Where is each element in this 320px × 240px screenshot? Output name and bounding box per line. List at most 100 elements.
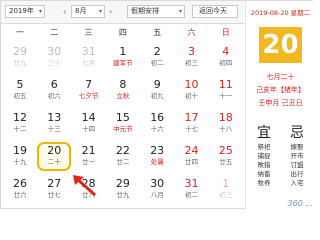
lunar-day-label: 初三: [219, 191, 233, 199]
lunar-day-label: 初二: [150, 59, 164, 67]
holiday-select-value: 假期安排: [131, 7, 159, 15]
holiday-select[interactable]: 假期安排 ▾: [127, 5, 185, 18]
yi-item: 祭祀: [257, 143, 271, 151]
date-number: 18: [218, 111, 233, 124]
lunar-day-label: 廿八: [82, 191, 96, 199]
date-cell[interactable]: 31 初二: [175, 175, 209, 204]
date-cell[interactable]: 2 初二: [140, 43, 174, 72]
date-cell[interactable]: 9 初九: [140, 76, 174, 105]
date-cell[interactable]: 21 廿一: [72, 142, 106, 171]
date-cell[interactable]: 17 十七: [175, 109, 209, 138]
lunar-day-label: 初二: [185, 191, 198, 199]
prev-month-icon[interactable]: ‹: [63, 5, 66, 18]
back-to-today-label: 返回今天: [199, 7, 227, 15]
back-to-today-button[interactable]: 返回今天: [192, 5, 238, 18]
day-detail-panel: 2019-08-20 星期二 20 七月二十 己亥年【猪年】 壬申月 己丑日 宜…: [245, 1, 315, 210]
date-cell[interactable]: 18 十八: [209, 109, 243, 138]
weekday-label: 四: [118, 28, 127, 37]
date-cell[interactable]: 29 廿九: [3, 43, 37, 72]
date-number: 29: [13, 45, 27, 58]
date-cell[interactable]: 4 初四: [209, 43, 243, 72]
date-number: 1: [222, 177, 230, 190]
date-cell[interactable]: 30 八月: [140, 175, 174, 204]
big-day-number: 20: [259, 27, 302, 63]
date-number: 25: [218, 144, 233, 157]
date-cell[interactable]: 30 三十: [37, 43, 71, 72]
lunar-day-label: 三十: [47, 59, 61, 67]
date-cell[interactable]: 22 廿二: [106, 142, 140, 171]
date-cell[interactable]: 26 廿六: [3, 175, 37, 204]
ji-list: 嫁娶 开市 订盟 出行 入宅: [280, 143, 314, 188]
date-number: 22: [115, 144, 130, 157]
date-number: 21: [81, 144, 96, 157]
date-cell[interactable]: 15 中元节: [106, 109, 140, 138]
weekday-label: 五: [153, 28, 162, 37]
date-cell[interactable]: 14 十四: [72, 109, 106, 138]
date-number: 6: [50, 78, 58, 91]
date-cell[interactable]: 3 初三: [175, 43, 209, 72]
date-number: 30: [47, 45, 62, 58]
lunar-day-label: 十四: [82, 125, 96, 133]
date-number: 7: [85, 78, 93, 91]
lunar-day-label: 十八: [219, 125, 233, 133]
chevron-down-icon: ▾: [178, 8, 182, 15]
weekday-label: 三: [84, 28, 93, 37]
month-select-value: 8月: [75, 7, 87, 15]
date-cell[interactable]: 19 十九: [3, 142, 37, 171]
date-number: 20: [47, 144, 62, 157]
yi-item: 牧养: [257, 179, 271, 187]
date-cell-today[interactable]: 20 二十: [37, 142, 72, 171]
festival-label: 处暑: [150, 158, 164, 166]
lunar-day-label: 十九: [13, 158, 27, 166]
date-cell[interactable]: 25 廿五: [209, 142, 243, 171]
date-cell[interactable]: 1 建军节: [106, 43, 140, 72]
date-cell[interactable]: 11 十一: [209, 76, 243, 105]
date-cell[interactable]: 8 立秋: [106, 76, 140, 105]
date-cell[interactable]: 1 初三: [209, 175, 243, 204]
date-cell[interactable]: 16 十六: [140, 109, 174, 138]
date-cell[interactable]: 28 廿八: [72, 175, 106, 204]
next-month-icon[interactable]: ›: [109, 5, 112, 18]
lunar-day-label: 廿七: [47, 191, 61, 199]
date-number: 16: [150, 111, 165, 124]
date-cell[interactable]: 7 七夕节: [72, 76, 106, 105]
lunar-day-label: 初十: [185, 92, 198, 100]
lunar-day-label: 十七: [185, 125, 198, 133]
date-number: 29: [115, 177, 130, 190]
date-number: 5: [16, 78, 24, 91]
year-select[interactable]: 2019年 ▾: [5, 5, 45, 18]
year-select-value: 2019年: [9, 7, 34, 15]
date-number: 15: [115, 111, 130, 124]
date-cell[interactable]: 29 廿九: [106, 175, 140, 204]
date-cell[interactable]: 12 十二: [3, 109, 37, 138]
date-cell[interactable]: 23 处暑: [140, 142, 174, 171]
date-cell[interactable]: 27 廿七: [37, 175, 71, 204]
lunar-day-label: 十六: [150, 125, 164, 133]
ji-item: 订盟: [290, 161, 304, 169]
ganzhi-month-day: 壬申月 己丑日: [258, 99, 303, 107]
date-cell[interactable]: 31 七月: [72, 43, 106, 72]
date-number: 28: [81, 177, 96, 190]
lunar-day-label: 廿六: [13, 191, 27, 199]
date-cell[interactable]: 5 初五: [3, 76, 37, 105]
chevron-down-icon: ▾: [38, 8, 42, 15]
weekday-label: 一: [16, 28, 24, 37]
lunar-day-label: 廿四: [185, 158, 198, 166]
date-number: 27: [47, 177, 62, 190]
date-number: 30: [150, 177, 165, 190]
month-select[interactable]: 8月 ▾: [71, 5, 105, 18]
date-number: 19: [13, 144, 27, 157]
date-cell[interactable]: 10 初十: [175, 76, 209, 105]
date-cell[interactable]: 13 十三: [37, 109, 71, 138]
date-cell[interactable]: 24 廿四: [175, 142, 209, 171]
lunar-day-label: 廿二: [116, 158, 130, 166]
lunar-date: 七月二十: [266, 73, 295, 81]
lunar-day-label: 廿九: [116, 191, 130, 199]
date-cell[interactable]: 6 初六: [37, 76, 71, 105]
selected-date-header: 2019-08-20 星期二: [250, 9, 311, 17]
calendar-toolbar: 2019年 ▾ ‹ 8月 ▾ › 假期安排 ▾ 返回今天: [1, 1, 244, 24]
lunar-day-label: 廿五: [219, 158, 233, 166]
ji-label: 忌: [290, 125, 304, 141]
yi-item: 纳畜: [257, 170, 271, 178]
lunar-day-label: 十三: [47, 125, 61, 133]
